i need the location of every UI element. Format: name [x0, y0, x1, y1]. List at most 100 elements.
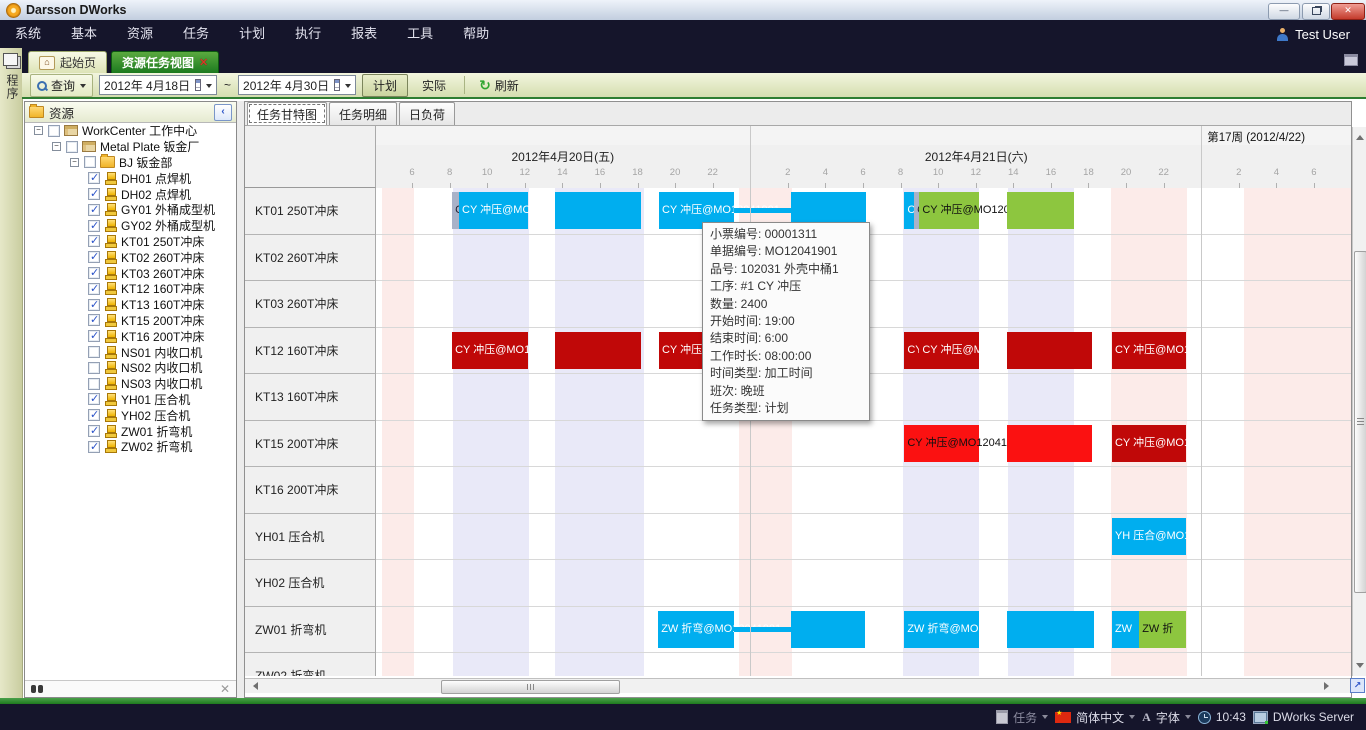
- tree-checkbox[interactable]: [88, 314, 100, 326]
- task-bar-KT12[interactable]: [1007, 332, 1092, 369]
- plan-toggle-button[interactable]: 计划: [362, 74, 408, 97]
- task-bar-KT01[interactable]: C: [904, 192, 914, 229]
- collapse-panel-button[interactable]: ‹: [214, 104, 232, 121]
- tree-node[interactable]: YH01 压合机: [25, 392, 236, 408]
- actual-toggle-button[interactable]: 实际: [414, 75, 454, 96]
- gantt-tab-任务甘特图[interactable]: 任务甘特图: [247, 102, 327, 125]
- scroll-up-icon[interactable]: [1356, 131, 1364, 140]
- menu-item-资源[interactable]: 资源: [112, 20, 168, 48]
- task-bar-KT12[interactable]: [555, 332, 641, 369]
- tree-node[interactable]: YH02 压合机: [25, 407, 236, 423]
- tree-checkbox[interactable]: [84, 156, 96, 168]
- task-bar-KT12[interactable]: CY 冲压@MO12041904: [452, 332, 528, 369]
- tree-checkbox[interactable]: [88, 299, 100, 311]
- refresh-button[interactable]: ↻ 刷新: [475, 75, 523, 96]
- close-button[interactable]: ✕: [1331, 3, 1365, 20]
- tree-checkbox[interactable]: [88, 220, 100, 232]
- status-font-menu[interactable]: A 字体: [1142, 709, 1191, 726]
- task-bar-KT15[interactable]: [1007, 425, 1092, 462]
- tree-node[interactable]: KT02 260T冲床: [25, 249, 236, 265]
- gantt-row-label-KT12[interactable]: KT12 160T冲床: [245, 328, 375, 375]
- gantt-row-label-ZW01[interactable]: ZW01 折弯机: [245, 607, 375, 654]
- task-bar-KT01[interactable]: C: [452, 192, 459, 229]
- tree-checkbox[interactable]: [88, 409, 100, 421]
- tree-node[interactable]: NS02 内收口机: [25, 360, 236, 376]
- gantt-row-label-KT15[interactable]: KT15 200T冲床: [245, 421, 375, 468]
- task-bar-KT01[interactable]: [734, 208, 791, 213]
- vertical-scrollbar[interactable]: [1352, 127, 1366, 676]
- tree-checkbox[interactable]: [88, 346, 100, 358]
- task-bar-ZW01[interactable]: [1007, 611, 1094, 648]
- tree-checkbox[interactable]: [66, 141, 78, 153]
- gantt-tab-日负荷[interactable]: 日负荷: [399, 102, 455, 125]
- task-bar-KT12[interactable]: CY 冲压@MO1: [1112, 332, 1186, 369]
- menu-item-计划[interactable]: 计划: [224, 20, 280, 48]
- date-to-field[interactable]: 2012年 4月30日: [238, 75, 356, 95]
- tree-checkbox[interactable]: [88, 204, 100, 216]
- tree-node[interactable]: ZW02 折弯机: [25, 439, 236, 455]
- menu-item-系统[interactable]: 系统: [0, 20, 56, 48]
- tree-checkbox[interactable]: [88, 235, 100, 247]
- horizontal-scrollbar[interactable]: [245, 678, 1351, 693]
- scroll-down-icon[interactable]: [1356, 663, 1364, 672]
- menu-item-基本[interactable]: 基本: [56, 20, 112, 48]
- tree-node[interactable]: −Metal Plate 钣金厂: [25, 139, 236, 155]
- tree-node[interactable]: DH02 点焊机: [25, 186, 236, 202]
- tree-node[interactable]: NS03 内收口机: [25, 376, 236, 392]
- task-bar-ZW01[interactable]: [791, 611, 865, 648]
- task-bar-KT12[interactable]: CY 冲: [904, 332, 919, 369]
- menu-item-帮助[interactable]: 帮助: [448, 20, 504, 48]
- minimize-button[interactable]: —: [1268, 3, 1300, 20]
- panels-icon[interactable]: [3, 53, 18, 66]
- horizontal-scrollbar-thumb[interactable]: [441, 680, 620, 694]
- tree-node[interactable]: GY02 外桶成型机: [25, 218, 236, 234]
- gantt-row-label-KT03[interactable]: KT03 260T冲床: [245, 281, 375, 328]
- tab-close-icon[interactable]: ✕: [199, 56, 208, 69]
- task-bar-YH01[interactable]: YH 压合@MO1: [1112, 518, 1186, 555]
- tree-expander-icon[interactable]: −: [70, 158, 79, 167]
- task-bar-KT01[interactable]: CY 冲压@MO12041902: [919, 192, 979, 229]
- task-bar-ZW01[interactable]: ZW 折: [1139, 611, 1186, 648]
- side-dock-label[interactable]: 程序: [4, 74, 21, 100]
- scroll-left-icon[interactable]: [249, 682, 258, 690]
- vertical-scrollbar-thumb[interactable]: [1354, 251, 1366, 593]
- gantt-row-label-KT13[interactable]: KT13 160T冲床: [245, 374, 375, 421]
- scroll-right-icon[interactable]: [1324, 682, 1333, 690]
- tree-checkbox[interactable]: [88, 267, 100, 279]
- tab-home[interactable]: ⌂ 起始页: [28, 51, 107, 73]
- menu-item-任务[interactable]: 任务: [168, 20, 224, 48]
- tree-checkbox[interactable]: [48, 125, 60, 137]
- tree-checkbox[interactable]: [88, 425, 100, 437]
- task-bar-KT01[interactable]: [1007, 192, 1074, 229]
- tree-checkbox[interactable]: [88, 251, 100, 263]
- title-bar[interactable]: Darsson DWorks — ✕: [0, 0, 1366, 21]
- tree-checkbox[interactable]: [88, 188, 100, 200]
- task-bar-ZW01[interactable]: ZW 折弯@MO12041901: [658, 611, 734, 648]
- tree-checkbox[interactable]: [88, 283, 100, 295]
- gantt-row-label-YH02[interactable]: YH02 压合机: [245, 560, 375, 607]
- tree-node[interactable]: −WorkCenter 工作中心: [25, 123, 236, 139]
- close-icon[interactable]: ✕: [220, 682, 230, 696]
- task-bar-ZW01[interactable]: ZW 折弯@MO12041901: [904, 611, 978, 648]
- tab-resource-task-view[interactable]: 资源任务视图 ✕: [111, 51, 219, 73]
- tree-node[interactable]: KT16 200T冲床: [25, 328, 236, 344]
- query-button[interactable]: 查询: [30, 74, 93, 97]
- gantt-row-label-KT16[interactable]: KT16 200T冲床: [245, 467, 375, 514]
- tree-node[interactable]: KT15 200T冲床: [25, 313, 236, 329]
- gantt-tab-任务明细[interactable]: 任务明细: [329, 102, 397, 125]
- tree-node[interactable]: KT12 160T冲床: [25, 281, 236, 297]
- menu-item-工具[interactable]: 工具: [392, 20, 448, 48]
- gantt-row-label-ZW02[interactable]: ZW02 折弯机: [245, 653, 375, 676]
- expand-view-button[interactable]: ↗: [1350, 678, 1365, 693]
- menu-item-执行[interactable]: 执行: [280, 20, 336, 48]
- menu-item-报表[interactable]: 报表: [336, 20, 392, 48]
- gantt-row-label-KT01[interactable]: KT01 250T冲床: [245, 188, 375, 235]
- tree-node[interactable]: −BJ 钣金部: [25, 155, 236, 171]
- task-bar-KT01[interactable]: CY 冲压@MO12041901: [459, 192, 528, 229]
- tree-node[interactable]: KT13 160T冲床: [25, 297, 236, 313]
- status-server[interactable]: DWorks Server: [1253, 710, 1354, 724]
- task-bar-ZW01[interactable]: [734, 627, 791, 632]
- task-bar-ZW01[interactable]: ZW: [1112, 611, 1139, 648]
- date-from-field[interactable]: 2012年 4月18日: [99, 75, 217, 95]
- task-bar-KT15[interactable]: CY 冲压@MO12041903: [904, 425, 979, 462]
